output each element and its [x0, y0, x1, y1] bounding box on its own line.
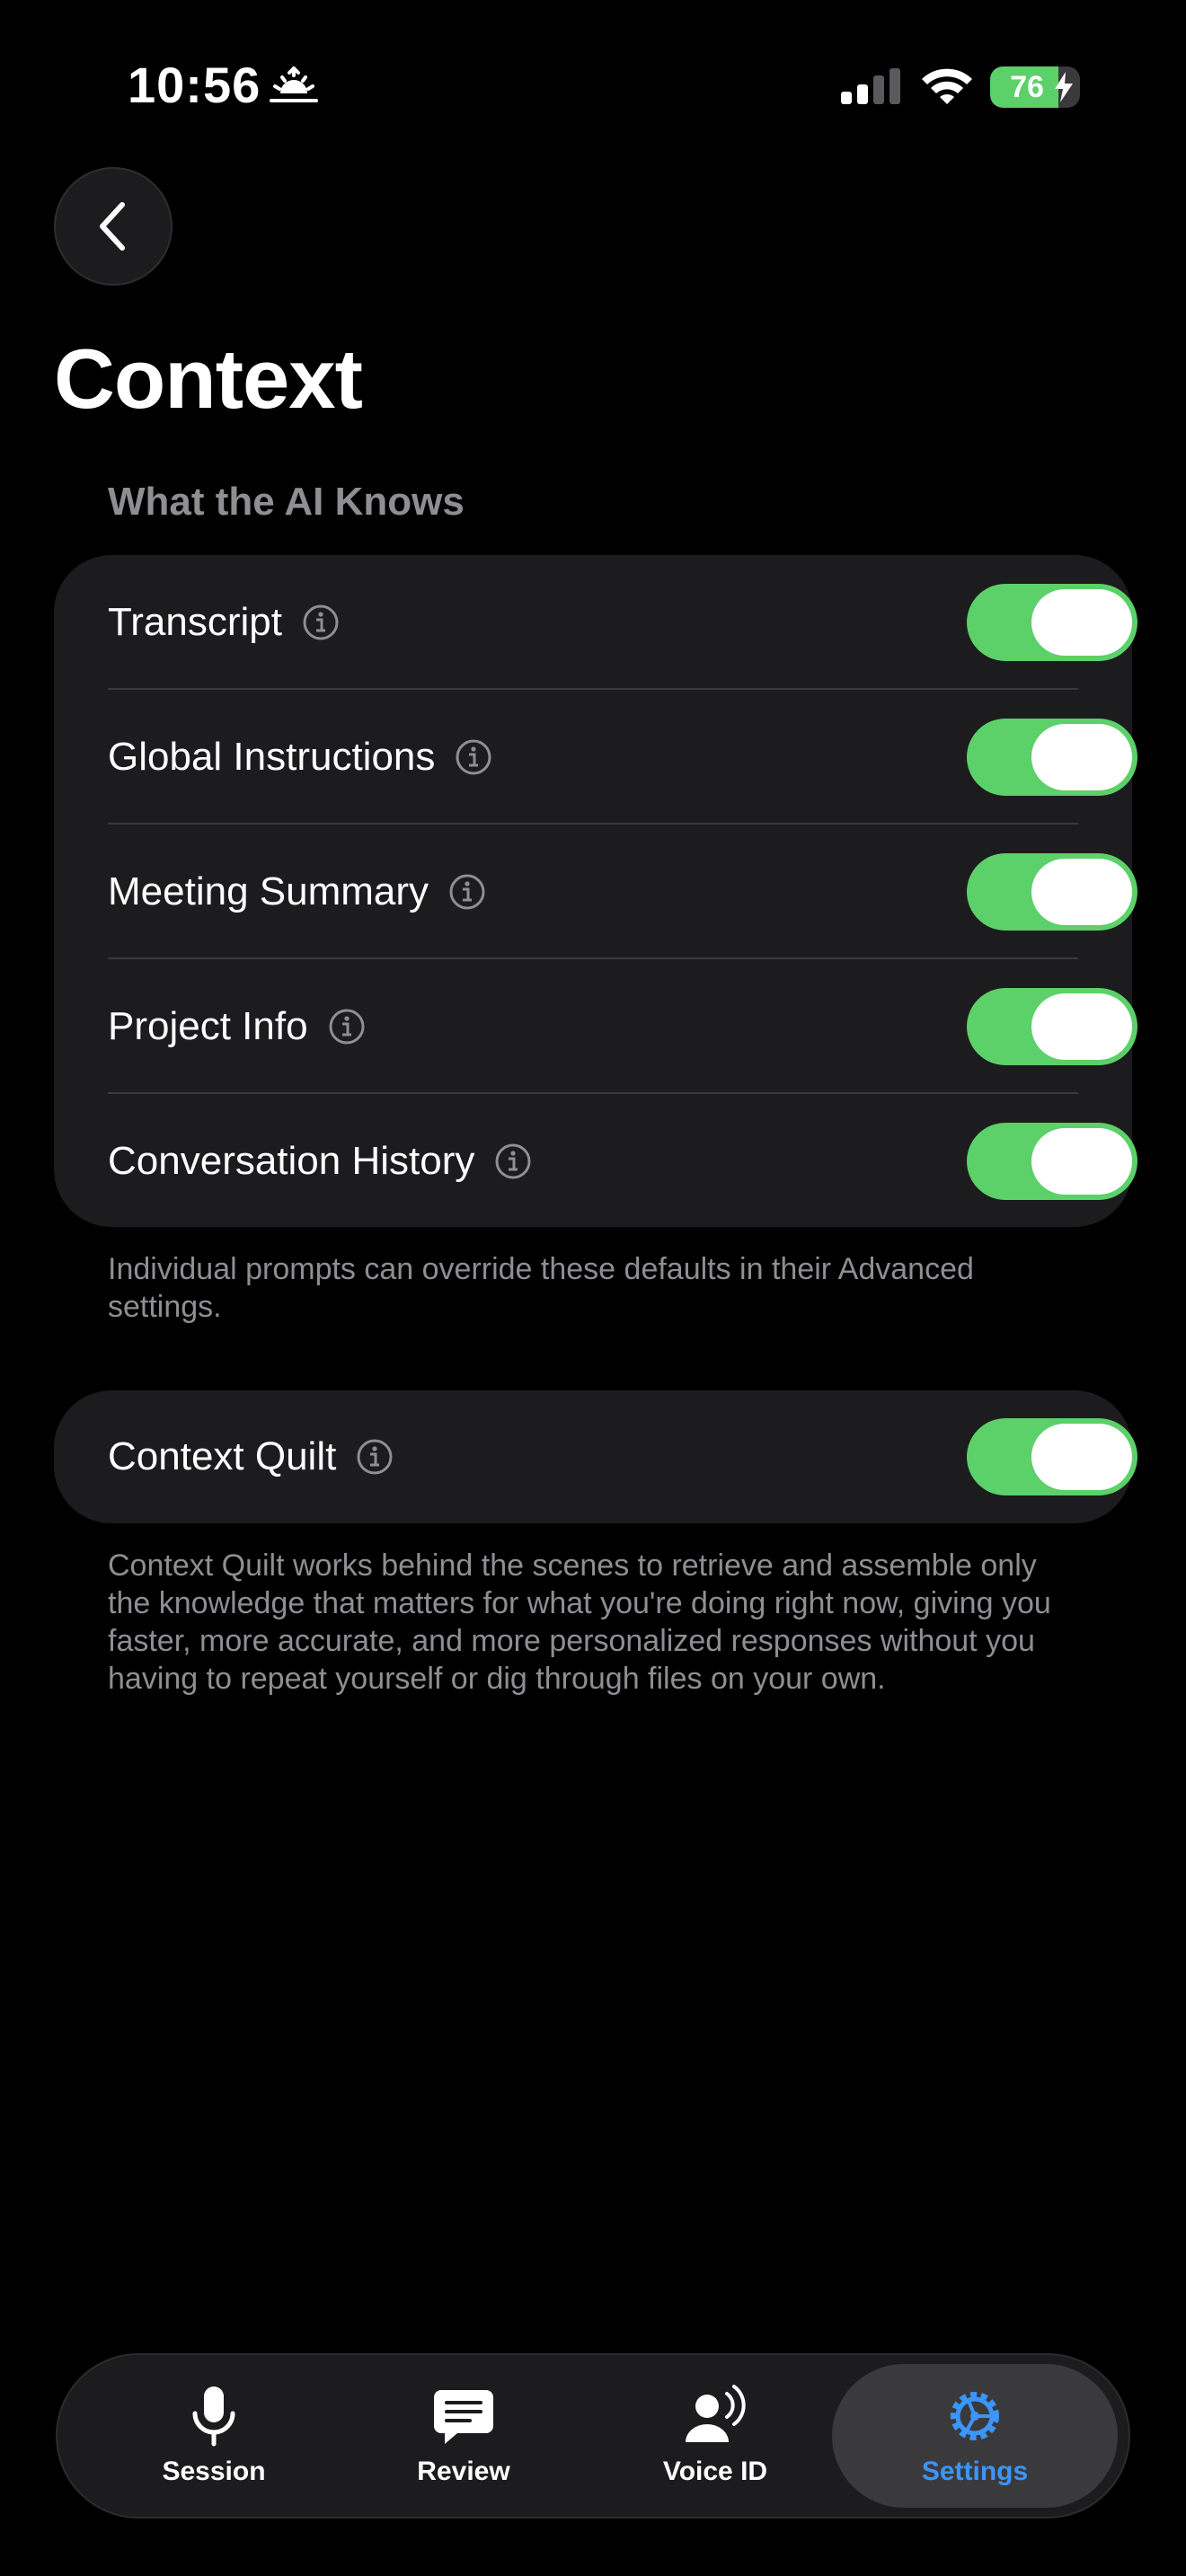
project-info-toggle[interactable]	[967, 988, 1137, 1065]
context-quilt-description: Context Quilt works behind the scenes to…	[108, 1548, 1051, 1696]
tab-session[interactable]: Session	[97, 2355, 331, 2517]
global-instructions-toggle[interactable]	[967, 719, 1137, 796]
info-icon[interactable]	[328, 1008, 366, 1045]
chevron-left-icon	[100, 202, 125, 251]
setting-label: Transcript	[108, 600, 282, 644]
info-icon[interactable]	[356, 1438, 394, 1476]
person-wave-icon	[686, 2385, 746, 2442]
info-icon[interactable]	[455, 738, 492, 776]
status-time: 10:56	[128, 57, 261, 113]
status-bar: 10:56 76	[0, 0, 1186, 171]
setting-label: Global Instructions	[108, 735, 436, 779]
info-icon[interactable]	[302, 604, 340, 641]
tab-label: Review	[417, 2457, 510, 2486]
meeting-summary-toggle[interactable]	[967, 853, 1137, 931]
tab-settings[interactable]: Settings	[832, 2364, 1118, 2508]
context-settings-card: Transcript Global Instructions Meeting S…	[54, 555, 1137, 1229]
battery-indicator: 76	[990, 66, 1080, 108]
toggle-knob	[1031, 859, 1132, 925]
page-title: Context	[54, 331, 363, 426]
wifi-icon	[922, 68, 972, 104]
setting-row-project-info: Project Info	[108, 959, 1137, 1094]
info-icon[interactable]	[448, 873, 486, 911]
setting-label: Meeting Summary	[108, 869, 429, 913]
tab-bar: Session Review Voice ID Settings	[56, 2353, 1130, 2519]
toggle-knob	[1031, 1128, 1132, 1195]
conversation-history-toggle[interactable]	[967, 1123, 1137, 1200]
back-button[interactable]	[54, 167, 173, 286]
gear-icon	[951, 2392, 999, 2440]
charging-bolt-icon	[1055, 72, 1073, 102]
microphone-icon	[192, 2386, 235, 2447]
tab-label: Session	[162, 2457, 266, 2486]
setting-row-global-instructions: Global Instructions	[108, 690, 1137, 825]
cellular-signal-icon	[841, 68, 900, 104]
context-quilt-card: Context Quilt	[54, 1390, 1137, 1523]
setting-row-context-quilt: Context Quilt	[108, 1390, 1137, 1523]
transcript-toggle[interactable]	[967, 584, 1137, 661]
defaults-footnote: Individual prompts can override these de…	[108, 1252, 974, 1324]
tab-label: Voice ID	[662, 2457, 768, 2486]
tab-label: Settings	[921, 2457, 1029, 2486]
setting-label: Context Quilt	[108, 1434, 337, 1478]
toggle-knob	[1031, 1424, 1132, 1490]
setting-row-meeting-summary: Meeting Summary	[108, 825, 1137, 959]
section-header: What the AI Knows	[108, 480, 465, 524]
tab-voice-id[interactable]: Voice ID	[598, 2355, 832, 2517]
sunrise-icon	[270, 66, 318, 102]
info-icon[interactable]	[494, 1142, 532, 1180]
toggle-knob	[1031, 993, 1132, 1060]
message-lines-icon	[434, 2390, 493, 2444]
toggle-knob	[1031, 724, 1132, 790]
setting-label: Project Info	[108, 1004, 308, 1048]
context-quilt-toggle[interactable]	[967, 1418, 1137, 1495]
setting-label: Conversation History	[108, 1139, 475, 1183]
toggle-knob	[1031, 589, 1132, 656]
setting-row-conversation-history: Conversation History	[108, 1094, 1137, 1229]
setting-row-transcript: Transcript	[108, 555, 1137, 690]
tab-review[interactable]: Review	[347, 2355, 580, 2517]
